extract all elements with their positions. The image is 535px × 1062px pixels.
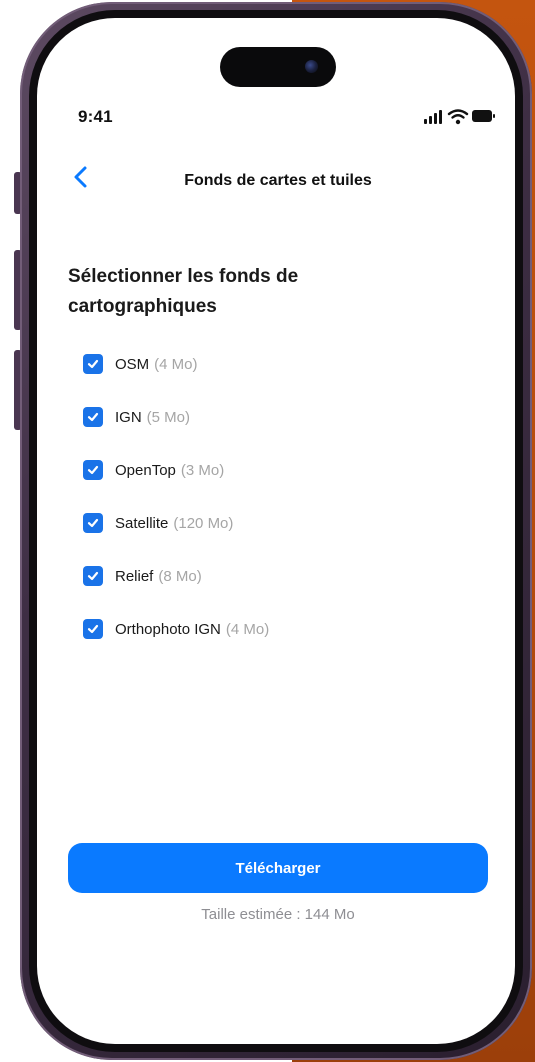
layer-name: Relief <box>115 567 154 585</box>
layer-option-ign[interactable]: IGN (5 Mo) <box>83 405 190 429</box>
layer-name: OSM <box>115 355 150 373</box>
checkmark-icon <box>87 359 99 369</box>
checkmark-icon <box>87 518 99 528</box>
battery-icon <box>472 110 495 122</box>
wifi-icon <box>447 109 469 125</box>
status-icons <box>424 109 495 125</box>
layer-name: Satellite <box>115 514 169 532</box>
layer-size: (8 Mo) <box>158 567 202 585</box>
layer-size: (5 Mo) <box>146 408 191 426</box>
checkbox-checked[interactable] <box>83 619 103 639</box>
layer-name: OpenTop <box>115 461 176 479</box>
layer-name: Orthophoto IGN <box>115 620 221 638</box>
checkbox-checked[interactable] <box>83 566 103 586</box>
estimated-size: Taille estimée : 144 Mo <box>201 906 355 923</box>
checkbox-checked[interactable] <box>83 407 103 427</box>
checkmark-icon <box>87 571 99 581</box>
download-button[interactable]: Télécharger <box>68 843 488 893</box>
dynamic-island <box>220 47 336 87</box>
checkmark-icon <box>87 412 99 422</box>
checkmark-icon <box>87 465 99 475</box>
chevron-left-icon <box>74 166 87 188</box>
layer-size: (4 Mo) <box>225 620 270 638</box>
layer-size: (120 Mo) <box>173 514 234 532</box>
status-time: 9:41 <box>78 107 113 126</box>
layer-option-osm[interactable]: OSM (4 Mo) <box>83 352 198 376</box>
checkbox-checked[interactable] <box>83 354 103 374</box>
layer-size: (3 Mo) <box>180 461 225 479</box>
checkbox-checked[interactable] <box>83 513 103 533</box>
section-heading: Sélectionner les fonds de cartographique… <box>68 266 299 317</box>
layer-size: (4 Mo) <box>154 355 198 373</box>
signal-icon <box>424 110 442 124</box>
front-camera-icon <box>305 60 318 73</box>
layer-name: IGN <box>115 408 142 426</box>
layer-option-opentop[interactable]: OpenTop (3 Mo) <box>83 458 224 482</box>
page-title: Fonds de cartes et tuiles <box>184 172 372 189</box>
back-button[interactable] <box>68 163 96 191</box>
layer-option-orthophoto-ign[interactable]: Orthophoto IGN (4 Mo) <box>83 617 269 641</box>
checkbox-checked[interactable] <box>83 460 103 480</box>
layer-option-satellite[interactable]: Satellite (120 Mo) <box>83 511 233 535</box>
device-mockup: 9:41 Fonds de cartes et tuiles Sélection… <box>0 0 535 1062</box>
layer-option-relief[interactable]: Relief (8 Mo) <box>83 564 202 588</box>
checkmark-icon <box>87 624 99 634</box>
